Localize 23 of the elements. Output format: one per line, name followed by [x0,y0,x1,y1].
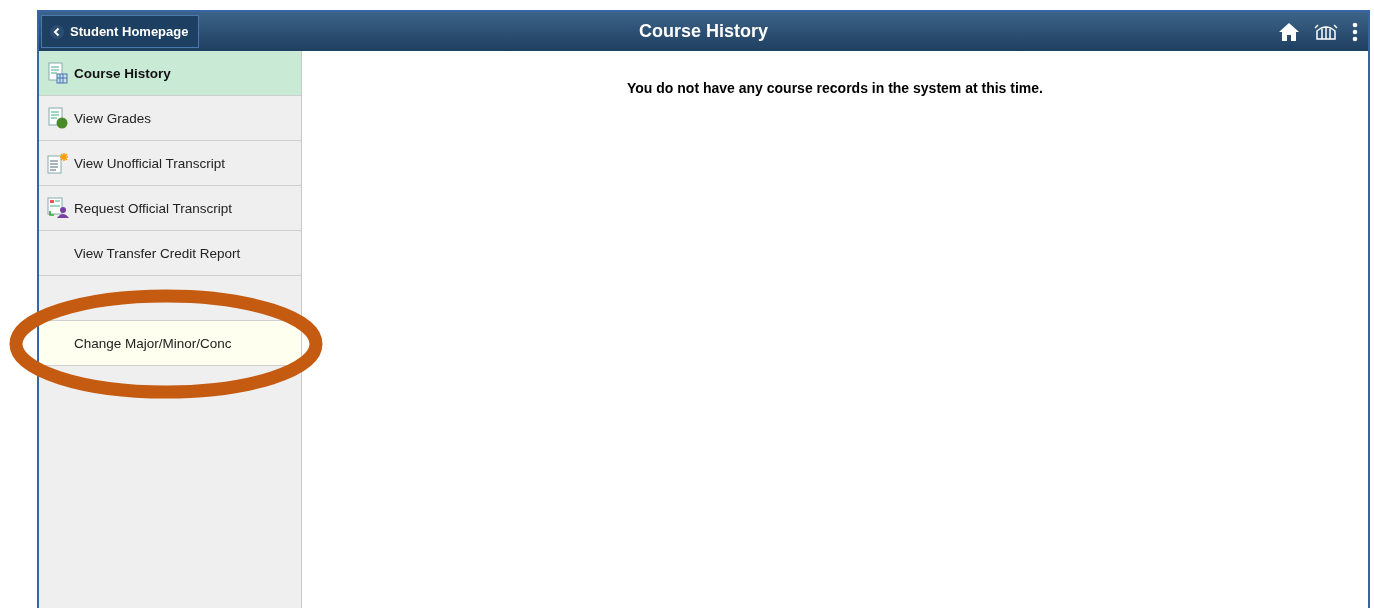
home-icon[interactable] [1278,21,1300,42]
document-person-icon [46,197,69,219]
back-button[interactable]: Student Homepage [41,15,199,48]
document-star-icon [46,152,69,174]
item-label: View Transfer Credit Report [74,245,241,261]
page-title: Course History [638,21,768,42]
sidebar-item[interactable]: Request Official Transcript [39,186,301,231]
more-options-icon[interactable] [1352,21,1358,42]
sidebar-item[interactable]: View Unofficial Transcript [39,141,301,186]
document-badge-icon [47,107,68,129]
item-label: Request Official Transcript [74,200,233,216]
chevron-left-icon [50,24,64,39]
item-label: Change Major/Minor/Conc [74,335,232,351]
calendar-document-icon [47,62,68,84]
sidebar-item[interactable]: View Grades [39,96,301,141]
sidebar-item[interactable]: View Transfer Credit Report [39,231,301,276]
item-label: View Unofficial Transcript [74,155,226,171]
sidebar-item[interactable]: Change Major/Minor/Conc [39,321,301,366]
empty-message: You do not have any course records in the system at this time. [627,80,1043,98]
navbar-icon[interactable] [1314,22,1338,41]
item-label: Course History [74,65,171,81]
item-label: View Grades [74,110,152,126]
sidebar-item[interactable]: Course History [39,51,301,96]
